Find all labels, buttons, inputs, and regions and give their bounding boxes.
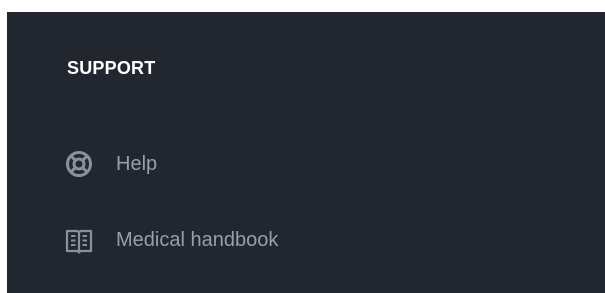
sidebar-item-label: Medical handbook <box>116 228 279 251</box>
support-sidebar-section: SUPPORT Help Medical handbook <box>7 12 605 293</box>
book-icon <box>63 224 95 256</box>
sidebar-item-medical-handbook[interactable]: Medical handbook <box>63 220 278 260</box>
section-title: SUPPORT <box>67 58 156 78</box>
sidebar-item-help[interactable]: Help <box>63 144 157 184</box>
sidebar-item-label: Help <box>116 152 158 175</box>
lifebuoy-icon <box>63 148 95 180</box>
